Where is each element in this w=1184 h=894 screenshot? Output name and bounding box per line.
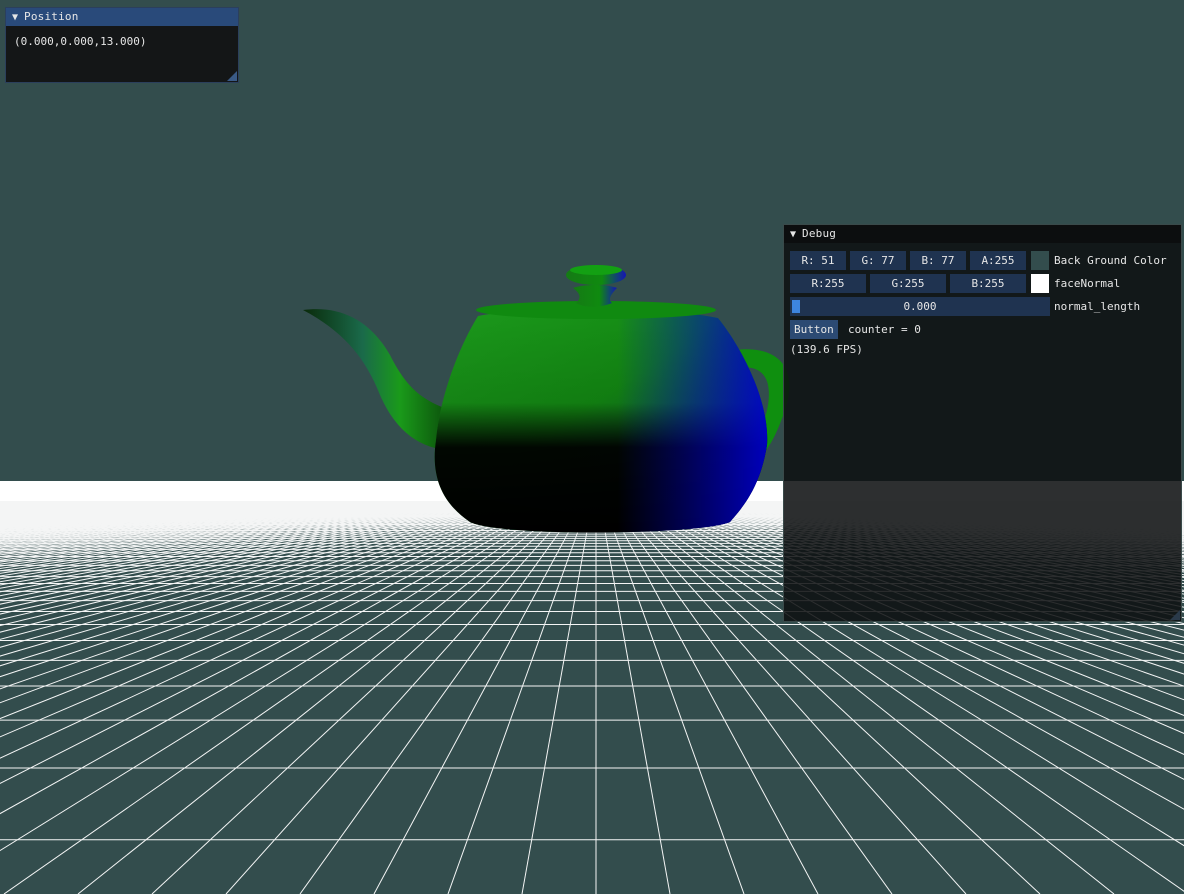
face-normal-g-drag[interactable]: G:255 xyxy=(870,274,946,293)
collapse-triangle-icon[interactable]: ▼ xyxy=(12,9,24,26)
bg-color-r-drag[interactable]: R: 51 xyxy=(790,251,846,270)
normal-length-slider[interactable]: 0.000 xyxy=(790,297,1050,316)
teapot-spout xyxy=(303,309,452,450)
counter-text: counter = 0 xyxy=(848,323,921,336)
teapot-lid-knob xyxy=(573,285,617,307)
fps-text: (139.6 FPS) xyxy=(790,343,863,356)
face-normal-label: faceNormal xyxy=(1054,277,1121,290)
slider-grab-handle[interactable] xyxy=(792,300,800,313)
debug-window[interactable]: ▼ Debug R: 51 G: 77 B: 77 A:255 Back Grou… xyxy=(783,224,1182,622)
bg-color-swatch[interactable] xyxy=(1031,251,1049,270)
normal-length-value: 0.000 xyxy=(903,300,937,313)
resize-grip-icon[interactable] xyxy=(227,71,237,81)
debug-window-titlebar[interactable]: ▼ Debug xyxy=(784,225,1181,243)
resize-grip-icon[interactable] xyxy=(1170,610,1180,620)
position-window-title: Position xyxy=(24,10,79,23)
bg-color-label: Back Ground Color xyxy=(1054,254,1167,267)
face-normal-swatch[interactable] xyxy=(1031,274,1049,293)
face-normal-b-drag[interactable]: B:255 xyxy=(950,274,1026,293)
debug-button[interactable]: Button xyxy=(790,320,838,339)
position-window[interactable]: ▼ Position (0.000,0.000,13.000) xyxy=(5,7,239,83)
normal-length-label: normal_length xyxy=(1054,300,1141,313)
position-window-titlebar[interactable]: ▼ Position xyxy=(6,8,238,26)
bg-color-a-drag[interactable]: A:255 xyxy=(970,251,1026,270)
face-normal-r-drag[interactable]: R:255 xyxy=(790,274,866,293)
collapse-triangle-icon[interactable]: ▼ xyxy=(790,226,802,243)
debug-window-title: Debug xyxy=(802,227,837,240)
position-value: (0.000,0.000,13.000) xyxy=(14,35,147,48)
bg-color-g-drag[interactable]: G: 77 xyxy=(850,251,906,270)
bg-color-b-drag[interactable]: B: 77 xyxy=(910,251,966,270)
